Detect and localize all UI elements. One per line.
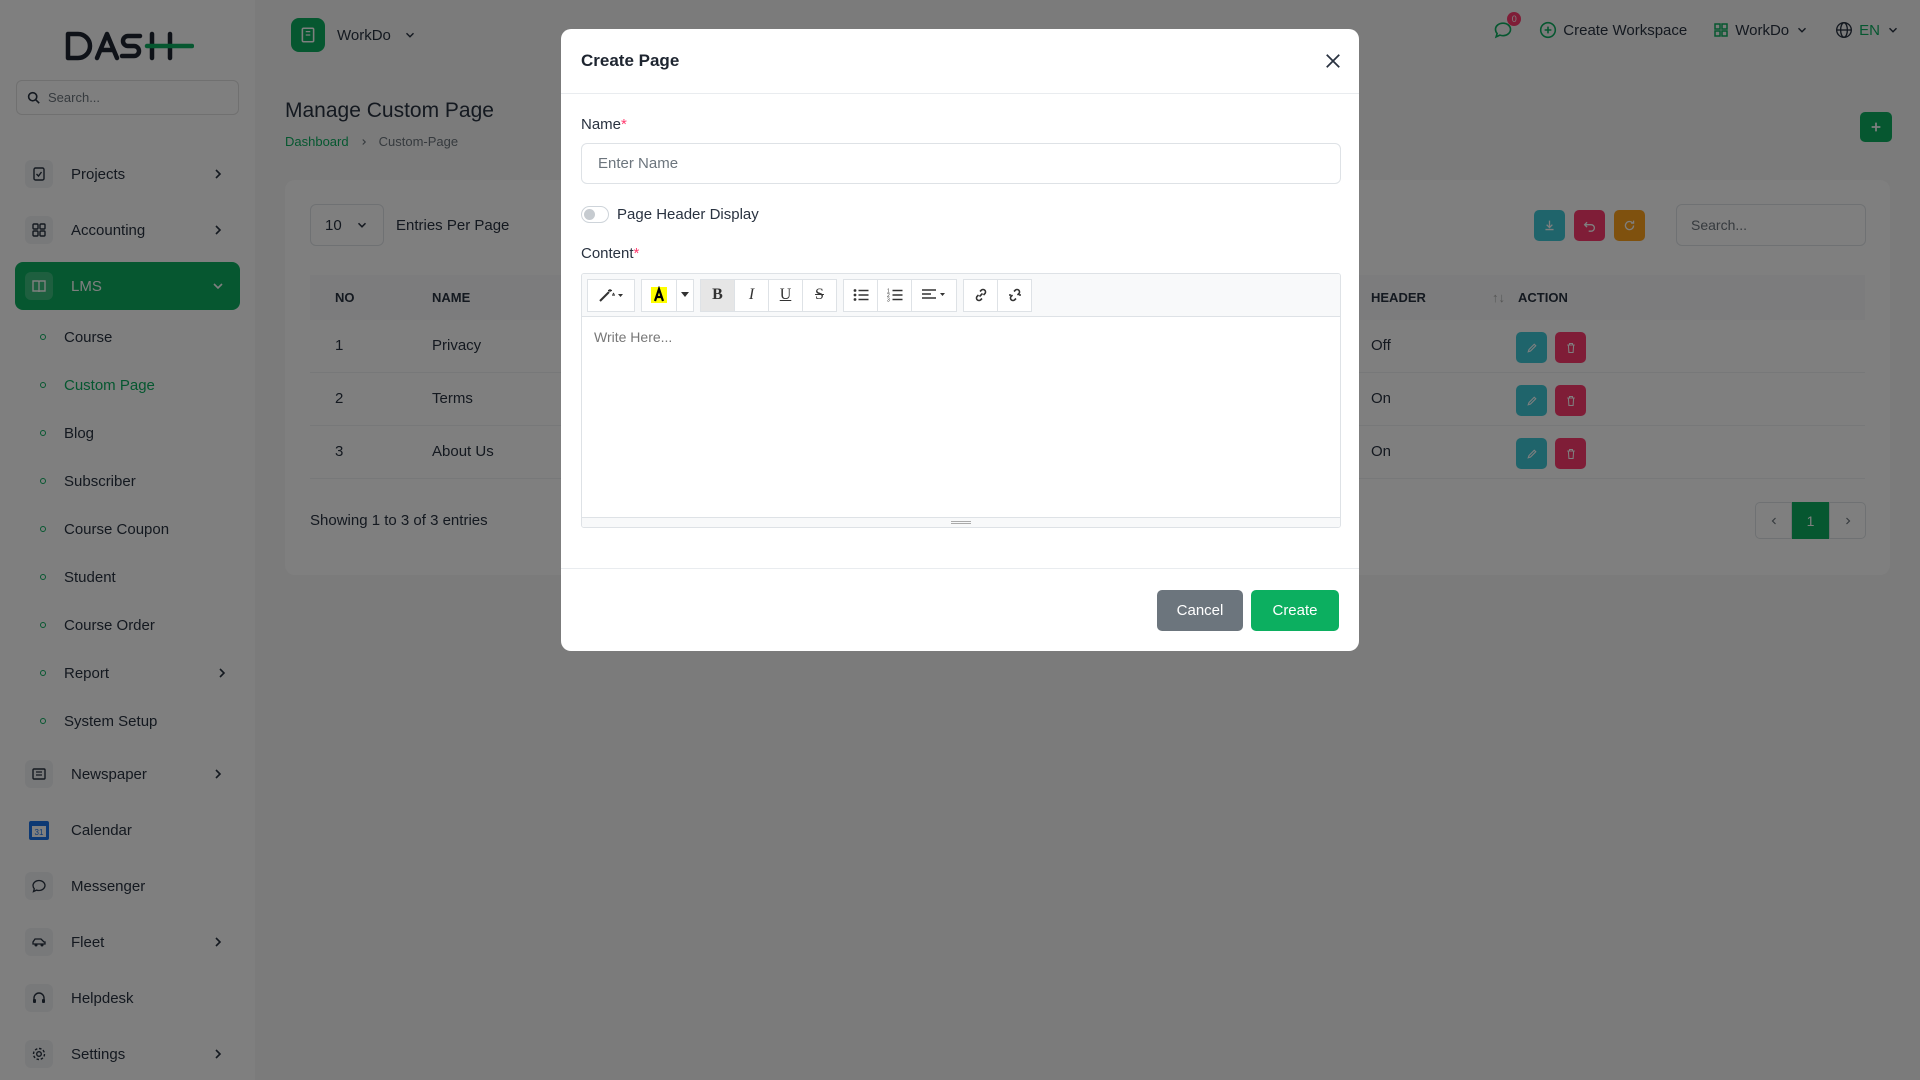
list-ol-icon: 123 [887,289,902,303]
remove-link-button[interactable] [997,278,1032,312]
underline-button[interactable]: U [768,278,803,312]
content-label-text: Content [581,245,634,262]
modal-header: Create Page [561,29,1359,94]
align-left-icon [922,289,945,299]
insert-link-button[interactable] [963,278,998,312]
modal-title: Create Page [581,51,680,70]
italic-button[interactable]: I [734,278,769,312]
create-button[interactable]: Create [1251,590,1339,631]
create-page-modal: Create Page Name* Page Header Display Co… [561,29,1359,651]
svg-text:3: 3 [887,298,890,303]
editor-content-area[interactable]: Write Here... [582,317,1340,519]
toggle-knob [584,209,595,220]
page-header-toggle-label: Page Header Display [617,206,759,223]
rich-text-editor: B I U S 123 Write Here... [581,273,1341,528]
grip-icon [951,521,971,524]
content-label: Content* [581,245,639,262]
page-header-toggle[interactable] [581,206,609,223]
list-ul-icon [853,289,868,301]
editor-resize-handle[interactable] [582,517,1340,527]
required-mark: * [621,116,627,133]
name-label: Name* [581,116,627,133]
magic-wand-icon [599,289,623,302]
bullet-list-button[interactable] [843,278,878,312]
link-icon [975,288,986,302]
text-color-dropdown[interactable] [676,278,694,312]
editor-placeholder: Write Here... [594,329,673,345]
cancel-button[interactable]: Cancel [1157,590,1243,631]
bold-button[interactable]: B [700,278,735,312]
strikethrough-button[interactable]: S [802,278,837,312]
editor-toolbar: B I U S 123 [582,274,1340,317]
name-input[interactable] [581,143,1341,184]
name-label-text: Name [581,116,622,133]
style-dropdown-button[interactable] [587,278,635,312]
caret-down-icon [681,292,689,297]
align-dropdown-button[interactable] [911,278,957,312]
text-color-button[interactable] [641,278,677,312]
font-color-icon [651,286,667,303]
numbered-list-button[interactable]: 123 [877,278,912,312]
required-mark: * [633,245,640,262]
unlink-icon [1008,288,1021,302]
page-header-toggle-row: Page Header Display [581,206,759,223]
close-icon[interactable] [1323,51,1343,71]
